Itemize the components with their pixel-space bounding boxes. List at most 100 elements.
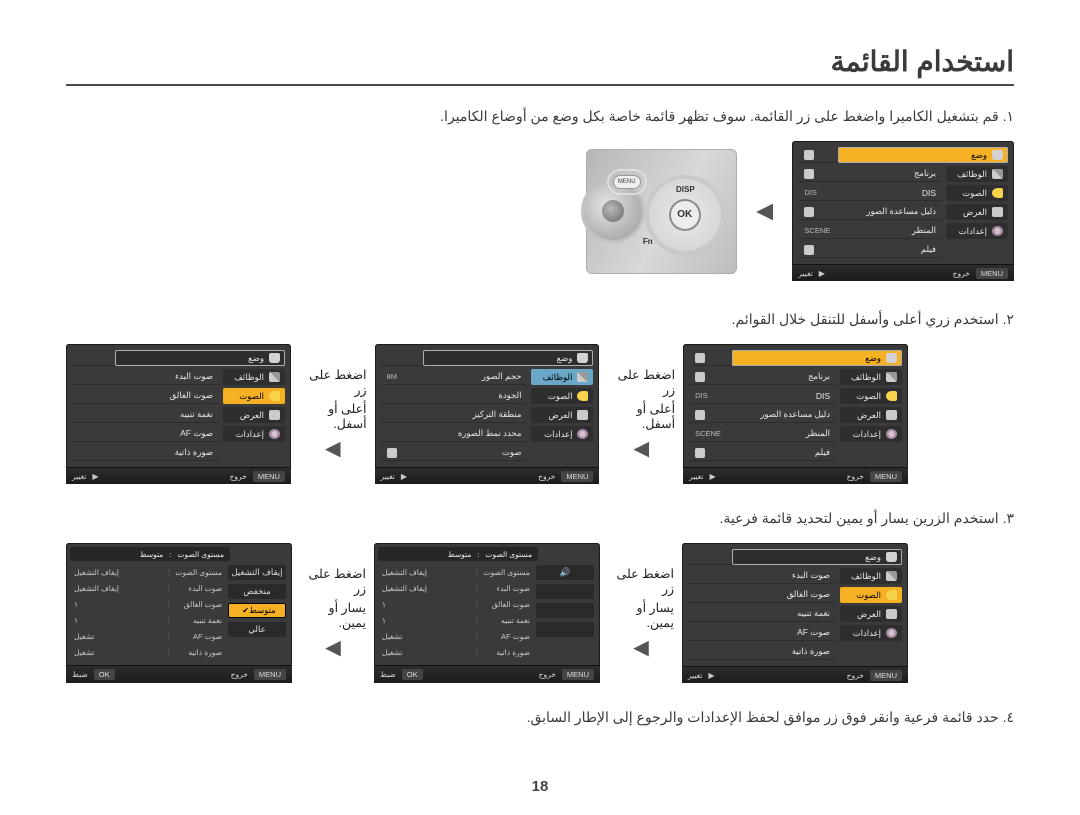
guide-icon — [804, 207, 814, 217]
flower-icon — [886, 628, 897, 638]
wrench-icon — [269, 372, 280, 382]
footer-set: ضبط — [72, 670, 88, 679]
check-icon: ✔ — [242, 606, 249, 615]
detail-header: مستوى الصوت : متوسط — [378, 547, 538, 561]
mini-row: صوت البدء : إيقاف التشغيل — [380, 581, 532, 595]
option-mid: متوسط✔ — [228, 603, 286, 618]
footer-exit: خروج — [230, 472, 247, 481]
speaker-icon — [886, 590, 897, 600]
colon: : — [169, 550, 171, 559]
list-item: نغمة تنبيه — [688, 606, 836, 622]
ok-tag: OK — [94, 669, 115, 680]
step-2: ٢. استخدم زري أعلى وأسفل للتنقل خلال الق… — [66, 311, 1014, 328]
menu-button: MENU — [613, 175, 641, 189]
step-1: ١. قم بتشغيل الكاميرا واضغط على زر القائ… — [66, 108, 1014, 125]
panel-sound: وضع الوظائف الصوت العرض إعدادات مستوى ال… — [66, 344, 291, 484]
conn-text: يسار أو يمين. — [300, 600, 366, 630]
triangle-right-icon: ▶ — [819, 269, 825, 278]
menu-tag: MENU — [562, 669, 594, 680]
tab-mode: وضع — [838, 147, 1008, 163]
mini-row: صورة ذاتية : تشغيل — [72, 645, 224, 659]
camera-icon — [269, 353, 280, 363]
mini-row: مستوى الصوت : إيقاف التشغيل — [72, 565, 224, 579]
list-item: منطقة التركيز — [381, 407, 528, 423]
panel-mode-menu-2: وضع الوظائف الصوت العرض إعدادات تلقائي ب… — [683, 344, 908, 484]
panel-footer: MENUخروجOKضبط — [66, 665, 292, 683]
camera-icon — [695, 353, 705, 363]
option-low: منخفض — [228, 584, 286, 599]
tab-func: الوظائف — [946, 166, 1008, 182]
arrow-left-icon: ◄ — [320, 435, 346, 461]
mini-row: صورة ذاتية : تشغيل — [380, 645, 532, 659]
list-item: صوت الغالق — [688, 587, 836, 603]
tab-setup: إعدادات — [946, 223, 1008, 239]
blank-opt — [536, 603, 594, 618]
tab-mode: وضع — [115, 350, 285, 366]
panel-footer: MENUخروج▶تغيير — [682, 666, 908, 683]
header-value: متوسط — [448, 550, 472, 559]
menu-tag: MENU — [254, 669, 286, 680]
list-item: صوت AF — [688, 625, 836, 641]
tab-setup: إعدادات — [223, 426, 285, 442]
camera-icon — [886, 353, 897, 363]
connector: اضغط على زر أعلى أو أسفل. ◄ — [299, 367, 367, 461]
footer-exit: خروج — [953, 269, 970, 278]
panel-functions: وضع الوظائف الصوت العرض إعدادات اكتشاف ا… — [375, 344, 600, 484]
page-title: استخدام القائمة — [66, 45, 1014, 78]
step2-row: وضع الوظائف الصوت العرض إعدادات تلقائي ب… — [66, 344, 908, 484]
page-number: 18 — [0, 778, 1080, 795]
list-item: المنظرSCENE — [689, 426, 836, 442]
panel-footer: MENUخروج▶تغيير — [683, 467, 908, 484]
triangle-right-icon: ▶ — [708, 671, 714, 680]
mic-icon — [387, 448, 397, 458]
list-item: صوت البدء — [688, 568, 836, 584]
title-rule — [66, 84, 1014, 86]
monitor-icon — [886, 410, 897, 420]
list-item: برنامج — [689, 369, 836, 385]
list-item: حجم الصور8M — [381, 369, 528, 385]
menu-tag: MENU — [561, 471, 593, 482]
guide-icon — [695, 410, 705, 420]
mini-row: نغمة تنبيه : ١ — [72, 613, 224, 627]
triangle-right-icon: ▶ — [92, 472, 98, 481]
list-item: صورة ذاتية — [72, 445, 219, 461]
footer-exit: خروج — [538, 472, 555, 481]
conn-text: يسار أو يمين. — [608, 600, 674, 630]
mini-row: صوت الغالق : ١ — [72, 597, 224, 611]
step-4: ٤. حدد قائمة فرعية وانقر فوق زر موافق لح… — [66, 709, 1014, 726]
camera-icon — [695, 372, 705, 382]
connector: اضغط على زر أعلى أو أسفل. ◄ — [607, 367, 675, 461]
tab-sound: الصوت — [840, 388, 902, 404]
menu-tag: MENU — [870, 471, 902, 482]
footer-exit: خروج — [847, 671, 864, 680]
arrow-left-icon: ◄ — [751, 195, 779, 227]
panel-sound-2: وضع الوظائف الصوت العرض إعدادات مستوى ال… — [682, 543, 908, 683]
list-item: محدد نمط الصورة — [381, 426, 528, 442]
list-item: DISDIS — [689, 388, 836, 404]
monitor-icon — [886, 609, 897, 619]
monitor-icon — [577, 410, 588, 420]
conn-text: أعلى أو أسفل. — [607, 401, 675, 431]
list-item: فيلم — [798, 242, 942, 258]
menu-tag: MENU — [976, 268, 1008, 279]
connector: اضغط على زر يسار أو يمين. ◄ — [608, 566, 674, 660]
tab-setup: إعدادات — [840, 426, 902, 442]
header-value: متوسط — [140, 550, 164, 559]
conn-text: اضغط على زر — [607, 367, 675, 397]
wrench-icon — [577, 372, 588, 382]
camera-icon — [992, 150, 1003, 160]
list-item: برنامج — [798, 166, 942, 182]
speaker-icon — [269, 391, 280, 401]
footer-exit: خروج — [847, 472, 864, 481]
triangle-right-icon: ▶ — [709, 472, 715, 481]
option-high: عالي — [228, 622, 286, 637]
ok-button: OK — [669, 199, 701, 231]
arrow-left-icon: ◄ — [628, 435, 654, 461]
tab-sound: الصوت — [840, 587, 902, 603]
list-item: نغمة تنبيه — [72, 407, 219, 423]
header-label: مستوى الصوت — [485, 550, 532, 559]
connector: اضغط على زر يسار أو يمين. ◄ — [300, 566, 366, 660]
step3-row: وضع الوظائف الصوت العرض إعدادات مستوى ال… — [66, 543, 908, 683]
tab-sound: الصوت — [531, 388, 593, 404]
mini-row: صوت الغالق : ١ — [380, 597, 532, 611]
